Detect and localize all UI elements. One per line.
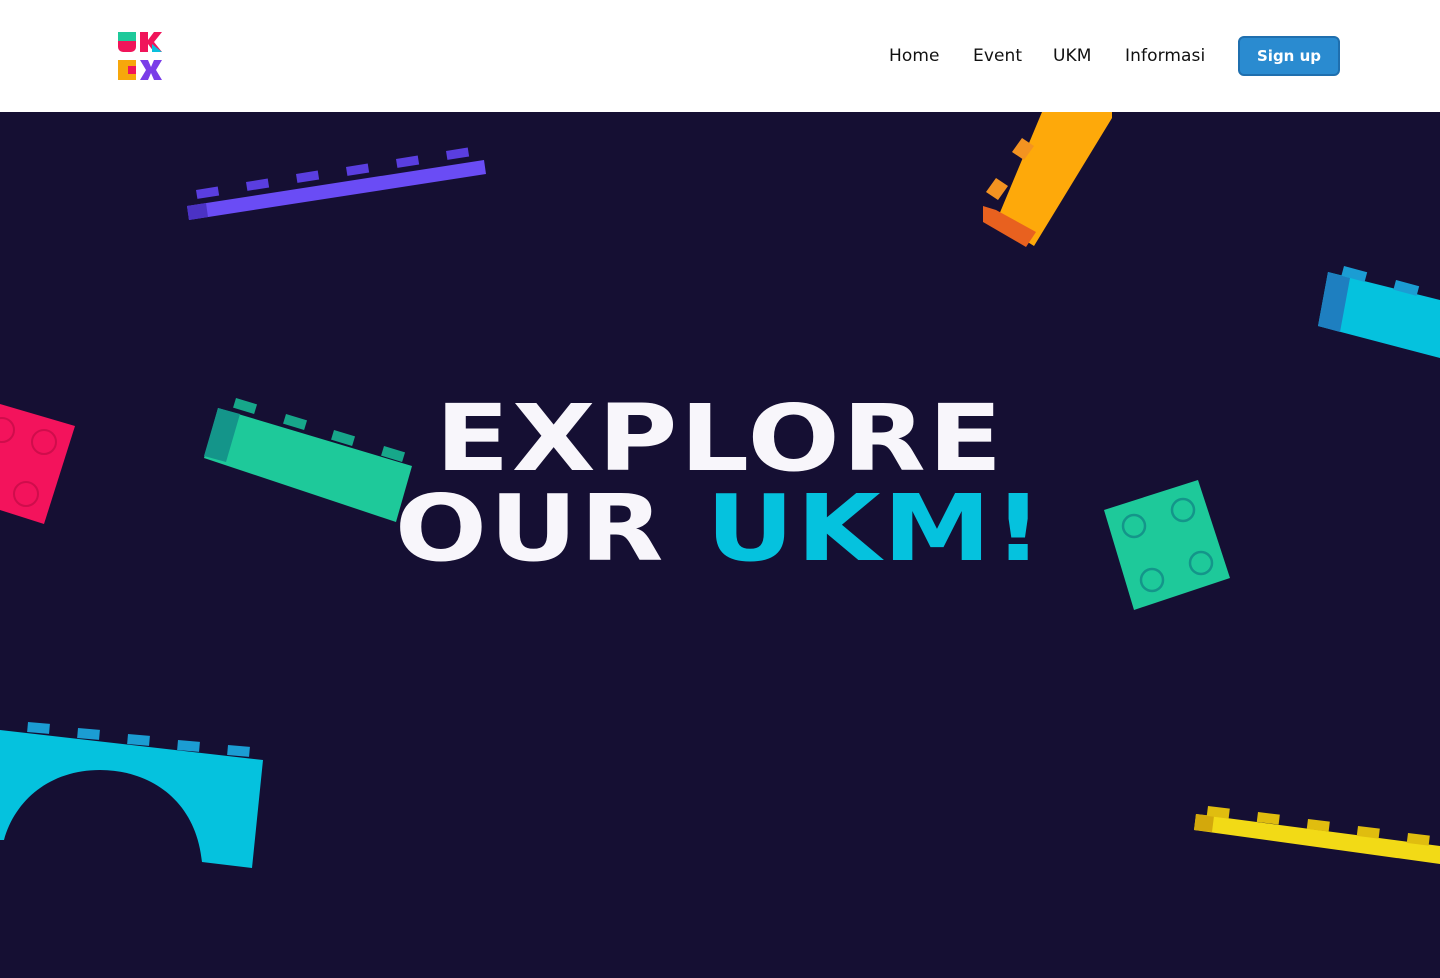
site-header: Home Event UKM Informasi Sign up [0,0,1440,112]
nav-event[interactable]: Event [973,46,1022,66]
orange-brick-decoration [983,112,1112,247]
hero-section: EXPLORE OUR UKM! [0,112,1440,978]
hero-headline-plain: OUR [394,475,666,582]
hero-headline-accent: UKM! [706,475,1046,582]
hero-headline-line2: OUR UKM! [0,483,1440,575]
cyan-brick-decoration [1318,265,1440,358]
nav-ukm[interactable]: UKM [1053,46,1092,66]
signup-button[interactable]: Sign up [1238,36,1340,76]
hero-headline-line1: EXPLORE [435,385,1005,492]
purple-brick-decoration [187,147,486,220]
cyan-arch-brick-decoration [0,722,263,868]
yellow-brick-decoration [1194,806,1440,864]
nav-informasi[interactable]: Informasi [1125,46,1205,66]
site-logo[interactable] [118,32,162,80]
nav-home[interactable]: Home [889,46,940,66]
